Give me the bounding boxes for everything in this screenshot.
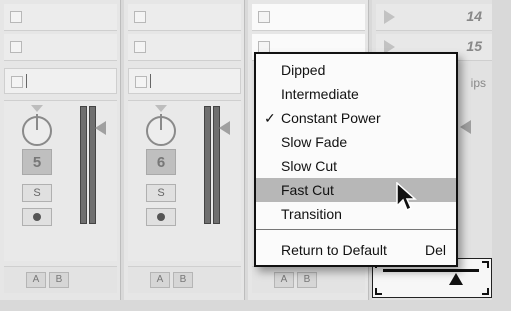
menu-shortcut: Del	[424, 242, 446, 258]
arm-button[interactable]	[146, 208, 176, 226]
stop-button-icon[interactable]	[134, 41, 146, 53]
menu-item-slow-cut[interactable]: Slow Cut	[256, 154, 456, 178]
crossfade-curve-menu: Dipped Intermediate ✓ Constant Power Slow…	[254, 52, 458, 267]
crossfade-b-button[interactable]: B	[297, 272, 317, 288]
menu-item-label: Slow Fade	[281, 134, 348, 150]
menu-item-transition[interactable]: Transition	[256, 202, 456, 226]
mixer-section: 5 S	[4, 100, 117, 261]
menu-separator	[256, 229, 456, 230]
stop-button-icon[interactable]	[10, 41, 22, 53]
track-1: 5 S A B	[0, 0, 121, 300]
clip-slot[interactable]	[4, 4, 117, 31]
clip-slot[interactable]	[252, 4, 365, 31]
pan-knob-icon[interactable]	[22, 114, 52, 146]
pan-knob-icon[interactable]	[146, 114, 176, 146]
clip-slot[interactable]	[4, 34, 117, 61]
triangle-down-icon	[155, 105, 167, 112]
menu-item-return-to-default[interactable]: Return to Default Del	[256, 238, 456, 262]
menu-item-constant-power[interactable]: ✓ Constant Power	[256, 106, 456, 130]
scene-number: 14	[466, 8, 482, 24]
solo-button[interactable]: S	[146, 184, 176, 202]
input-field[interactable]	[128, 68, 241, 94]
track-activator[interactable]: 5	[22, 149, 52, 175]
crossfade-b-button[interactable]: B	[49, 272, 69, 288]
crossfade-assign: A B	[4, 266, 117, 293]
stop-button-icon[interactable]	[10, 11, 22, 23]
menu-item-label: Fast Cut	[281, 182, 334, 198]
arm-button[interactable]	[22, 208, 52, 226]
crossfade-assign: A B	[252, 266, 365, 293]
mouse-pointer-icon	[396, 182, 417, 212]
crossfade-b-button[interactable]: B	[173, 272, 193, 288]
track-2: 6 S A B	[124, 0, 245, 300]
input-field[interactable]	[4, 68, 117, 94]
meter-icon	[204, 106, 211, 224]
volume-slider-icon[interactable]	[460, 120, 471, 134]
corner-bracket-icon	[375, 288, 382, 295]
monitor-toggle-icon[interactable]	[11, 76, 23, 88]
crossfade-a-button[interactable]: A	[26, 272, 46, 288]
scene-number: 15	[466, 38, 482, 54]
monitor-toggle-icon[interactable]	[135, 76, 147, 88]
menu-item-label: Slow Cut	[281, 158, 338, 174]
track-activator[interactable]: 6	[146, 149, 176, 175]
menu-item-label: Constant Power	[281, 110, 381, 126]
stop-button-icon[interactable]	[134, 11, 146, 23]
play-icon[interactable]	[384, 10, 395, 24]
menu-item-intermediate[interactable]: Intermediate	[256, 82, 456, 106]
stop-button-icon[interactable]	[258, 11, 270, 23]
menu-item-slow-fade[interactable]: Slow Fade	[256, 130, 456, 154]
solo-button[interactable]: S	[22, 184, 52, 202]
check-icon: ✓	[264, 110, 276, 126]
crossfade-a-button[interactable]: A	[274, 272, 294, 288]
crossfade-a-button[interactable]: A	[150, 272, 170, 288]
corner-bracket-icon	[482, 261, 489, 268]
crossfader-track	[383, 269, 479, 272]
menu-item-label: Transition	[281, 206, 342, 222]
text-cursor	[150, 74, 151, 88]
volume-slider-icon[interactable]	[219, 121, 230, 135]
menu-item-dipped[interactable]: Dipped	[256, 58, 456, 82]
crossfader-handle-icon[interactable]	[449, 273, 463, 285]
corner-bracket-icon	[482, 288, 489, 295]
triangle-down-icon	[31, 105, 43, 112]
meter-icon	[80, 106, 87, 224]
menu-item-label: Dipped	[281, 62, 326, 78]
crossfade-assign: A B	[128, 266, 241, 293]
clip-slot[interactable]	[128, 34, 241, 61]
text-cursor	[26, 74, 27, 88]
io-label-fragment: ips	[470, 76, 486, 90]
clip-slot[interactable]	[128, 4, 241, 31]
mixer-section: 6 S	[128, 100, 241, 261]
menu-item-label: Return to Default	[281, 242, 387, 258]
scene-slot[interactable]: 14	[376, 4, 492, 31]
menu-item-fast-cut[interactable]: Fast Cut	[256, 178, 456, 202]
menu-item-label: Intermediate	[281, 86, 359, 102]
volume-slider-icon[interactable]	[95, 121, 106, 135]
